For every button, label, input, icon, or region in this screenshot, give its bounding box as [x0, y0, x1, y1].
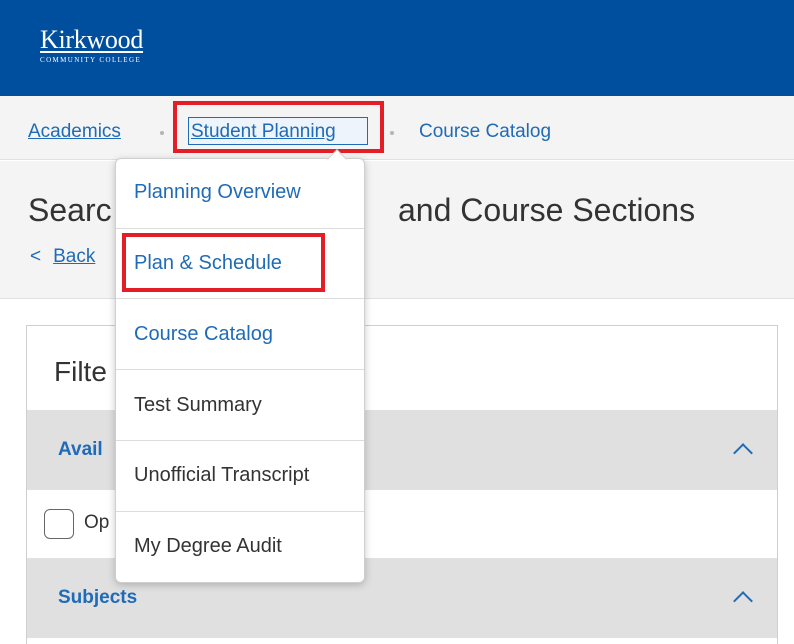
- menu-item-test-summary[interactable]: Test Summary: [134, 393, 262, 417]
- highlight-box-student-planning: [173, 101, 384, 153]
- accordion-availability-label: Avail: [58, 439, 103, 460]
- logo-wordmark: Kirkwood: [40, 25, 144, 54]
- highlight-box-plan-schedule: [122, 233, 325, 292]
- kirkwood-logo[interactable]: Kirkwood COMMUNITY COLLEGE: [40, 26, 143, 65]
- menu-divider: [116, 511, 364, 512]
- page-title: Searc: [28, 192, 112, 228]
- filter-title: Filte: [54, 356, 107, 387]
- menu-item-course-catalog[interactable]: Course Catalog: [134, 322, 273, 346]
- breadcrumb-separator: [390, 131, 394, 135]
- menu-divider: [116, 228, 364, 229]
- menu-divider: [116, 440, 364, 441]
- menu-item-my-degree-audit[interactable]: My Degree Audit: [134, 534, 282, 558]
- menu-divider: [116, 369, 364, 370]
- breadcrumb-academics[interactable]: Academics: [28, 121, 121, 143]
- filter-checkbox[interactable]: [44, 509, 74, 539]
- logo-tagline: COMMUNITY COLLEGE: [40, 56, 142, 64]
- page-title-rest: and Course Sections: [398, 192, 696, 228]
- breadcrumb-separator: [160, 131, 164, 135]
- accordion-subjects-label: Subjects: [58, 587, 138, 608]
- student-planning-dropdown: [115, 158, 365, 583]
- menu-item-unofficial-transcript[interactable]: Unofficial Transcript: [134, 463, 309, 487]
- back-link-label: Back: [53, 246, 96, 267]
- menu-item-planning-overview[interactable]: Planning Overview: [134, 180, 301, 204]
- breadcrumb-course-catalog[interactable]: Course Catalog: [419, 121, 551, 143]
- back-link[interactable]: < Back: [30, 246, 95, 268]
- menu-divider: [116, 298, 364, 299]
- filter-checkbox-label: Op: [84, 512, 110, 533]
- chevron-left-icon: <: [30, 246, 42, 267]
- site-header: Kirkwood COMMUNITY COLLEGE: [0, 0, 794, 96]
